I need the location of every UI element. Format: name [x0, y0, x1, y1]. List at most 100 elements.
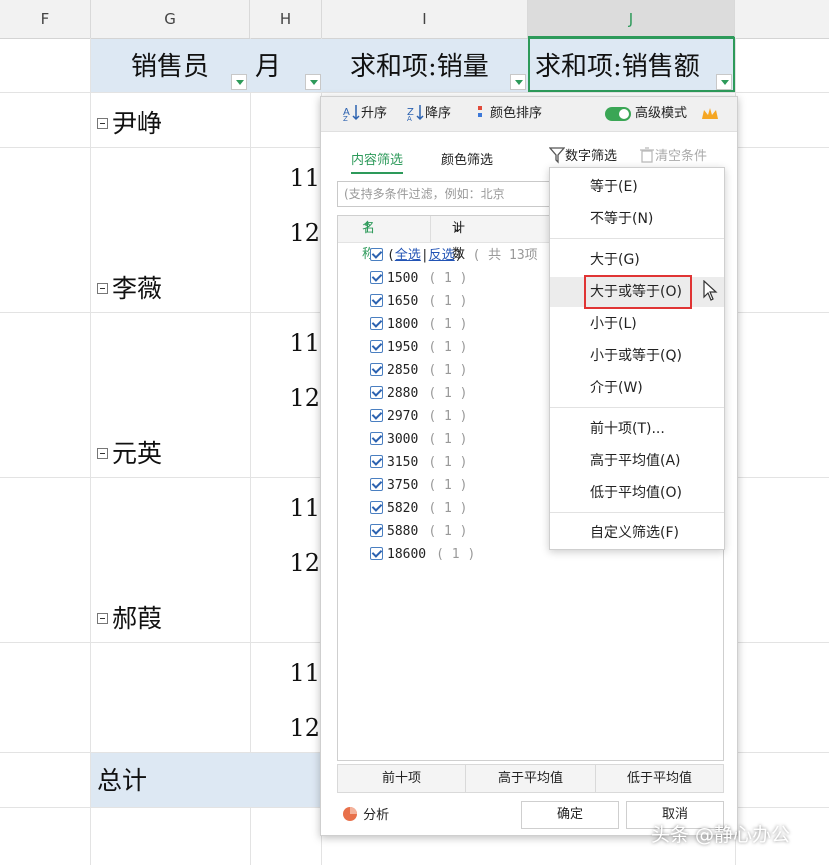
list-item[interactable]: 18600 ( 1 ) [370, 545, 475, 565]
list-item[interactable]: 2970 ( 1 ) [370, 407, 467, 427]
item-value: 3750 [387, 478, 419, 493]
filter-search-input[interactable]: (支持多条件过滤，例如：北京 [337, 181, 567, 207]
list-item[interactable]: 1500 ( 1 ) [370, 269, 467, 289]
pivot-header-sum-qty: 求和项:销量 [350, 52, 489, 82]
month-cell[interactable]: 12 [250, 714, 320, 742]
collapse-icon[interactable] [97, 118, 108, 129]
collapse-icon[interactable] [97, 613, 108, 624]
checkbox[interactable] [370, 523, 383, 537]
list-item[interactable]: 1650 ( 1 ) [370, 292, 467, 312]
arrow-down-icon: ↓ [452, 221, 463, 236]
menu-item-less-or-equal[interactable]: 小于或等于(Q) [550, 341, 724, 371]
quick-filter-bar: 前十项 高于平均值 低于平均值 [337, 764, 724, 793]
column-header-h[interactable]: H [250, 0, 322, 38]
group-row[interactable]: 元英 [97, 434, 162, 470]
item-count: ( 1 ) [428, 363, 468, 378]
invert-selection-link[interactable]: 反选 [429, 248, 455, 263]
month-cell[interactable]: 12 [250, 219, 320, 247]
total-label[interactable]: 总计 [97, 753, 147, 807]
collapse-icon[interactable] [97, 283, 108, 294]
month-cell[interactable]: 12 [250, 549, 320, 577]
advanced-mode-toggle[interactable] [605, 107, 631, 121]
item-value: 1500 [387, 271, 419, 286]
select-all-row[interactable]: (全选|反选)( 共 13项 [370, 246, 538, 266]
list-item[interactable]: 5820 ( 1 ) [370, 499, 467, 519]
month-cell[interactable]: 11 [250, 329, 320, 357]
clear-conditions-button[interactable]: 清空条件 [639, 145, 707, 164]
tab-content-filter[interactable]: 内容筛选 [351, 149, 404, 174]
checkbox[interactable] [370, 408, 383, 422]
list-item[interactable]: 2880 ( 1 ) [370, 384, 467, 404]
checkbox[interactable] [370, 293, 383, 307]
list-item[interactable]: 1950 ( 1 ) [370, 338, 467, 358]
sort-descending-button[interactable]: Z A 降序 [407, 97, 451, 131]
column-header-j[interactable]: J [528, 0, 735, 38]
below-average-button[interactable]: 低于平均值 [596, 765, 723, 792]
color-sort-label: 颜色排序 [490, 106, 543, 121]
svg-text:Z: Z [343, 115, 348, 121]
grid-line [90, 38, 91, 865]
group-row[interactable]: 郝葭 [97, 599, 162, 635]
item-count: ( 1 ) [428, 386, 468, 401]
checkbox[interactable] [370, 316, 383, 330]
sum-qty-filter-dropdown[interactable] [510, 74, 526, 90]
collapse-icon[interactable] [97, 448, 108, 459]
tab-number-filter[interactable]: 数字筛选 [548, 145, 617, 164]
month-filter-dropdown[interactable] [305, 74, 321, 90]
tab-color-filter[interactable]: 颜色筛选 [441, 149, 493, 168]
group-row[interactable]: 李薇 [97, 269, 162, 305]
menu-item-above-average[interactable]: 高于平均值(A) [550, 446, 724, 476]
item-count: ( 1 ) [428, 501, 468, 516]
pie-chart-icon [343, 807, 357, 821]
menu-item-top-ten[interactable]: 前十项(T)... [550, 414, 724, 444]
salesperson-name: 元英 [112, 439, 163, 468]
color-sort-button[interactable]: 颜色排序 [476, 97, 542, 131]
menu-item-between[interactable]: 介于(W) [550, 373, 724, 403]
select-all-link[interactable]: 全选 [395, 248, 421, 263]
checkbox[interactable] [370, 385, 383, 399]
sort-ascending-button[interactable]: A Z 升序 [343, 97, 387, 131]
list-item[interactable]: 2850 ( 1 ) [370, 361, 467, 381]
month-cell[interactable]: 11 [250, 164, 320, 192]
item-count: ( 1 ) [428, 455, 468, 470]
checkbox[interactable] [370, 454, 383, 468]
month-cell[interactable]: 11 [250, 659, 320, 687]
checkbox[interactable] [370, 431, 383, 445]
column-header-g[interactable]: G [91, 0, 250, 38]
list-item[interactable]: 5880 ( 1 ) [370, 522, 467, 542]
month-cell[interactable]: 12 [250, 384, 320, 412]
checkbox[interactable] [370, 339, 383, 353]
menu-item-less-than[interactable]: 小于(L) [550, 309, 724, 339]
menu-item-greater-than[interactable]: 大于(G) [550, 245, 724, 275]
analysis-button[interactable]: 分析 [341, 807, 389, 825]
menu-item-custom-filter[interactable]: 自定义筛选(F) [550, 518, 724, 548]
column-header-i[interactable]: I [322, 0, 528, 38]
list-item[interactable]: 3000 ( 1 ) [370, 430, 467, 450]
header-divider [430, 216, 431, 242]
list-item[interactable]: 3150 ( 1 ) [370, 453, 467, 473]
menu-item-equals[interactable]: 等于(E) [550, 172, 724, 202]
salesperson-filter-dropdown[interactable] [231, 74, 247, 90]
checkbox[interactable] [370, 546, 383, 560]
watermark: 头条 @静心办公 [651, 824, 791, 846]
item-value: 2970 [387, 409, 419, 424]
list-item[interactable]: 1800 ( 1 ) [370, 315, 467, 335]
column-header-row: F G H I J [0, 0, 829, 39]
above-average-button[interactable]: 高于平均值 [466, 765, 596, 792]
menu-item-not-equals[interactable]: 不等于(N) [550, 204, 724, 234]
checkbox[interactable] [370, 500, 383, 514]
ok-button[interactable]: 确定 [521, 801, 619, 829]
list-item[interactable]: 3750 ( 1 ) [370, 476, 467, 496]
checkbox[interactable] [370, 362, 383, 376]
column-header-k[interactable] [735, 0, 829, 38]
menu-item-below-average[interactable]: 低于平均值(O) [550, 478, 724, 508]
checkbox[interactable] [370, 270, 383, 284]
column-header-f[interactable]: F [0, 0, 91, 38]
sort-descending-label: 降序 [425, 106, 452, 121]
checkbox[interactable] [370, 477, 383, 491]
checkbox[interactable] [370, 247, 383, 261]
group-row[interactable]: 尹峥 [97, 104, 162, 140]
highlight-annotation-box [584, 275, 692, 309]
top-ten-button[interactable]: 前十项 [338, 765, 466, 792]
month-cell[interactable]: 11 [250, 494, 320, 522]
